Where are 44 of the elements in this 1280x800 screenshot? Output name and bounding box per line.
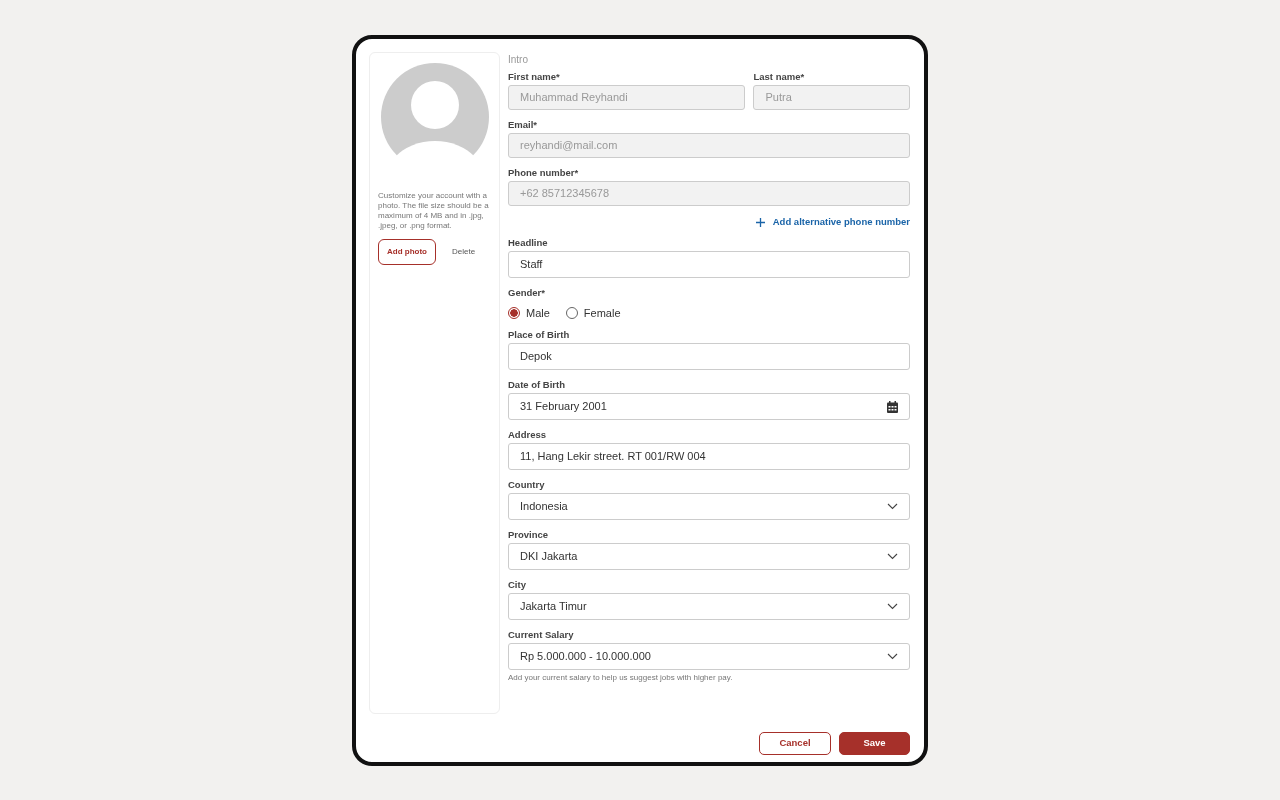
text-field[interactable]: Depok <box>508 343 910 370</box>
dropdown-field[interactable]: Rp 5.000.000 - 10.000.000 <box>508 643 910 670</box>
chevron-down-icon <box>887 603 898 610</box>
field-label: Province <box>508 529 550 540</box>
field-label: Address <box>508 429 547 440</box>
field-label: Current Salary <box>508 629 575 640</box>
avatar-silhouette-icon <box>380 63 489 171</box>
field-value: 31 February 2001 <box>520 399 607 415</box>
field-value: Jakarta Timur <box>520 599 587 615</box>
field-label: Last name* <box>753 71 806 82</box>
chevron-down-icon <box>887 503 898 510</box>
calendar-icon <box>887 400 898 413</box>
dropdown-field[interactable]: DKI Jakarta <box>508 543 910 570</box>
field-value: Indonesia <box>520 499 568 515</box>
field-label: Email* <box>508 119 539 130</box>
text-field[interactable]: Staff <box>508 251 910 278</box>
add-phone-link[interactable]: Add alternative phone number <box>772 215 910 229</box>
chevron-down-icon <box>887 553 898 560</box>
field-label: Country <box>508 479 546 490</box>
field-value: Rp 5.000.000 - 10.000.000 <box>520 649 651 665</box>
radio-button[interactable] <box>508 307 520 319</box>
help-text: Add your current salary to help us suggest jobs with higher pay. <box>508 673 734 683</box>
section-title: Intro <box>508 54 529 66</box>
radio-label: Female <box>583 306 621 321</box>
chevron-down-icon <box>887 653 898 660</box>
field-label: Date of Birth <box>508 379 566 390</box>
field-value: DKI Jakarta <box>520 549 578 565</box>
dropdown-field[interactable]: Indonesia <box>508 493 910 520</box>
plus-icon[interactable] <box>755 217 765 227</box>
delete-button[interactable]: Delete <box>444 246 484 258</box>
field-label: Headline <box>508 237 549 248</box>
radio-label: Male <box>526 306 550 321</box>
save-button[interactable]: Save <box>839 732 910 755</box>
field-label: First name* <box>508 71 561 82</box>
date-field[interactable]: 31 February 2001 <box>508 393 910 420</box>
field-label: Phone number* <box>508 167 580 178</box>
photo-instructions: Customize your account with a photo. The file size should be a maximum of 4 MB and in .jpg, .jpeg, or .png format. <box>378 191 490 231</box>
field-label: Gender* <box>508 287 546 298</box>
dropdown-field[interactable]: Jakarta Timur <box>508 593 910 620</box>
cancel-button[interactable]: Cancel <box>759 732 831 755</box>
field-label: City <box>508 579 527 590</box>
text-field[interactable]: 11, Hang Lekir street. RT 001/RW 004 <box>508 443 910 470</box>
field-label: Place of Birth <box>508 329 571 340</box>
add-photo-button[interactable]: Add photo <box>378 239 436 265</box>
